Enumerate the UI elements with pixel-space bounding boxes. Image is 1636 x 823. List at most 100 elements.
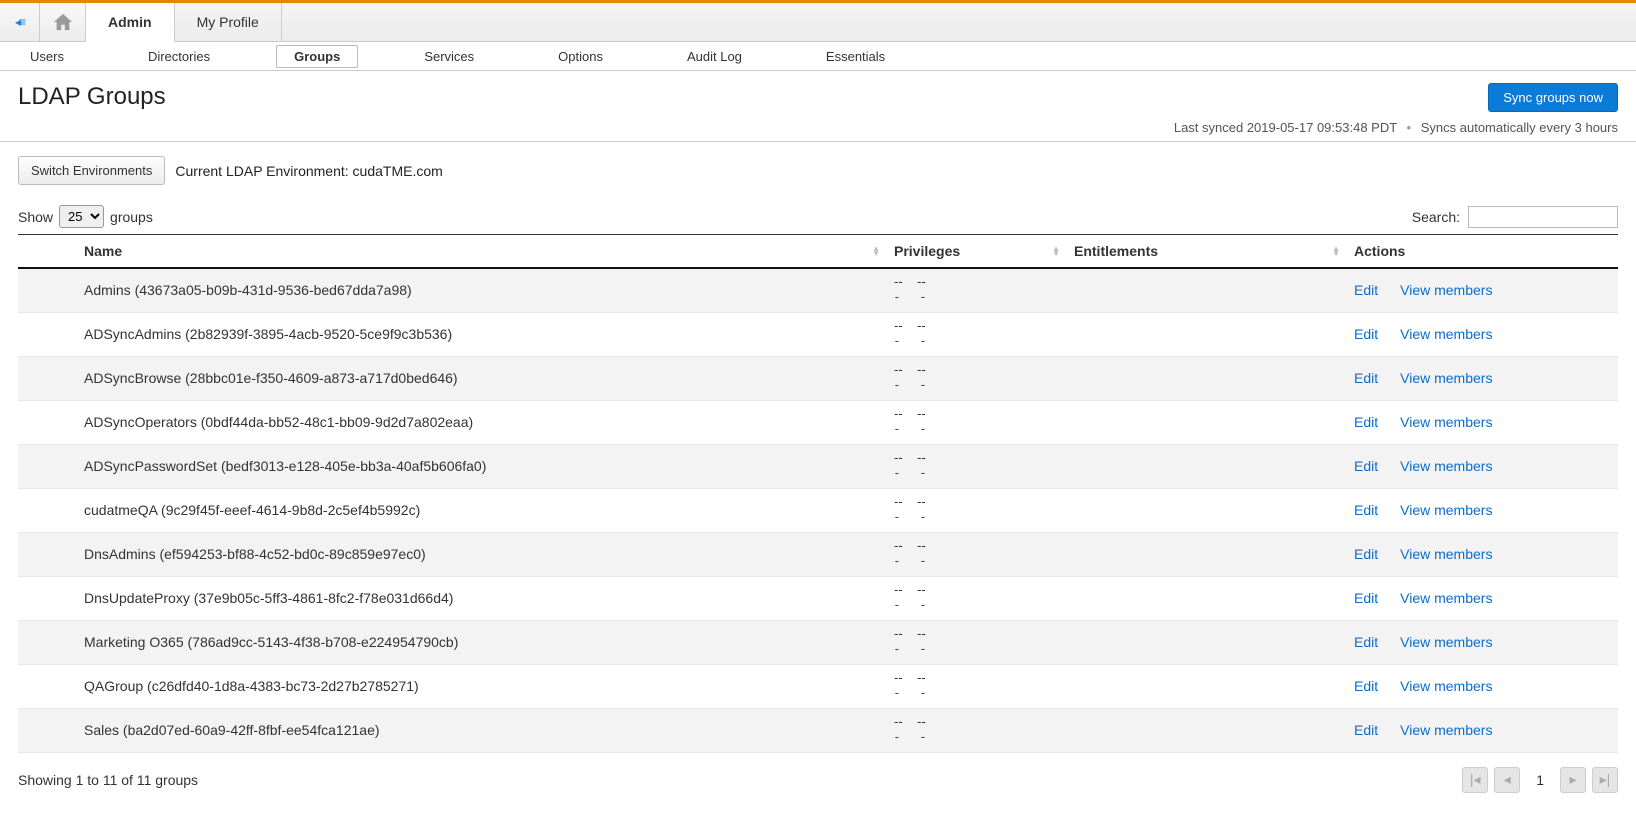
table-row: QAGroup (c26dfd40-1d8a-4383-bc73-2d27b27… (18, 664, 1618, 708)
actions-cell: Edit View members (1348, 532, 1618, 576)
col-expander (18, 235, 78, 269)
view-members-link[interactable]: View members (1400, 722, 1492, 738)
expander-cell[interactable] (18, 444, 78, 488)
switch-environments-button[interactable]: Switch Environments (18, 156, 165, 185)
expander-cell[interactable] (18, 620, 78, 664)
entitlements-cell (1068, 664, 1348, 708)
separator-dot: • (1407, 120, 1412, 135)
col-entitlements-label: Entitlements (1074, 243, 1158, 259)
expander-cell[interactable] (18, 576, 78, 620)
edit-link[interactable]: Edit (1354, 722, 1378, 738)
page-size-select[interactable]: 25 (59, 205, 104, 228)
auto-sync-text: Syncs automatically every 3 hours (1421, 120, 1618, 135)
expander-cell[interactable] (18, 488, 78, 532)
view-members-link[interactable]: View members (1400, 590, 1492, 606)
privileges-cell: -- --- - (888, 532, 1068, 576)
subtab-audit-log[interactable]: Audit Log (669, 45, 760, 68)
view-members-link[interactable]: View members (1400, 634, 1492, 650)
view-members-link[interactable]: View members (1400, 414, 1492, 430)
edit-link[interactable]: Edit (1354, 678, 1378, 694)
pager-next-button[interactable]: ▸ (1560, 767, 1586, 793)
next-icon: ▸ (1569, 771, 1576, 788)
subtab-directories[interactable]: Directories (130, 45, 228, 68)
show-label-pre: Show (18, 209, 53, 225)
top-bar: ◂≡ Admin My Profile (0, 3, 1636, 42)
name-cell: Admins (43673a05-b09b-431d-9536-bed67dda… (78, 268, 888, 312)
name-cell: ADSyncBrowse (28bbc01e-f350-4609-a873-a7… (78, 356, 888, 400)
page-header: LDAP Groups Sync groups now Last synced … (0, 71, 1636, 141)
subtab-users[interactable]: Users (12, 45, 82, 68)
table-row: ADSyncBrowse (28bbc01e-f350-4609-a873-a7… (18, 356, 1618, 400)
view-members-link[interactable]: View members (1400, 458, 1492, 474)
view-members-link[interactable]: View members (1400, 678, 1492, 694)
actions-cell: Edit View members (1348, 664, 1618, 708)
pager-prev-button[interactable]: ◂ (1494, 767, 1520, 793)
collapse-icon: ◂≡ (15, 15, 24, 29)
sort-icon: ▲▼ (1332, 246, 1340, 256)
edit-link[interactable]: Edit (1354, 414, 1378, 430)
name-cell: ADSyncAdmins (2b82939f-3895-4acb-9520-5c… (78, 312, 888, 356)
subtab-services[interactable]: Services (406, 45, 492, 68)
collapse-sidebar-button[interactable]: ◂≡ (0, 3, 40, 41)
expander-cell[interactable] (18, 400, 78, 444)
table-row: DnsUpdateProxy (37e9b05c-5ff3-4861-8fc2-… (18, 576, 1618, 620)
privileges-cell: -- --- - (888, 400, 1068, 444)
tab-admin[interactable]: Admin (86, 3, 175, 42)
pager-last-button[interactable]: ▸| (1592, 767, 1618, 793)
edit-link[interactable]: Edit (1354, 282, 1378, 298)
expander-cell[interactable] (18, 268, 78, 312)
privileges-cell: -- --- - (888, 576, 1068, 620)
actions-cell: Edit View members (1348, 488, 1618, 532)
name-cell: DnsAdmins (ef594253-bf88-4c52-bd0c-89c85… (78, 532, 888, 576)
col-privileges[interactable]: Privileges ▲▼ (888, 235, 1068, 269)
pager-first-button[interactable]: |◂ (1462, 767, 1488, 793)
privileges-cell: -- --- - (888, 356, 1068, 400)
sync-meta: Last synced 2019-05-17 09:53:48 PDT • Sy… (1174, 120, 1618, 135)
actions-cell: Edit View members (1348, 400, 1618, 444)
actions-cell: Edit View members (1348, 708, 1618, 752)
sub-nav: Users Directories Groups Services Option… (0, 42, 1636, 71)
view-members-link[interactable]: View members (1400, 326, 1492, 342)
subtab-options[interactable]: Options (540, 45, 621, 68)
actions-cell: Edit View members (1348, 312, 1618, 356)
table-row: DnsAdmins (ef594253-bf88-4c52-bd0c-89c85… (18, 532, 1618, 576)
expander-cell[interactable] (18, 708, 78, 752)
edit-link[interactable]: Edit (1354, 326, 1378, 342)
tab-my-profile[interactable]: My Profile (175, 3, 282, 41)
subtab-essentials[interactable]: Essentials (808, 45, 903, 68)
table-footer: Showing 1 to 11 of 11 groups |◂ ◂ 1 ▸ ▸| (0, 753, 1636, 823)
view-members-link[interactable]: View members (1400, 546, 1492, 562)
subtab-groups[interactable]: Groups (276, 45, 358, 68)
privileges-cell: -- --- - (888, 312, 1068, 356)
expander-cell[interactable] (18, 356, 78, 400)
edit-link[interactable]: Edit (1354, 634, 1378, 650)
search-input[interactable] (1468, 206, 1618, 228)
current-environment-label: Current LDAP Environment: cudaTME.com (175, 163, 442, 179)
entitlements-cell (1068, 576, 1348, 620)
entitlements-cell (1068, 488, 1348, 532)
edit-link[interactable]: Edit (1354, 502, 1378, 518)
sync-groups-button[interactable]: Sync groups now (1488, 83, 1618, 112)
edit-link[interactable]: Edit (1354, 546, 1378, 562)
col-entitlements[interactable]: Entitlements ▲▼ (1068, 235, 1348, 269)
view-members-link[interactable]: View members (1400, 282, 1492, 298)
col-name[interactable]: Name ▲▼ (78, 235, 888, 269)
privileges-cell: -- --- - (888, 708, 1068, 752)
view-members-link[interactable]: View members (1400, 370, 1492, 386)
privileges-cell: -- --- - (888, 488, 1068, 532)
last-synced-text: Last synced 2019-05-17 09:53:48 PDT (1174, 120, 1397, 135)
edit-link[interactable]: Edit (1354, 458, 1378, 474)
view-members-link[interactable]: View members (1400, 502, 1492, 518)
col-name-label: Name (84, 243, 122, 259)
expander-cell[interactable] (18, 312, 78, 356)
entitlements-cell (1068, 532, 1348, 576)
expander-cell[interactable] (18, 532, 78, 576)
table-row: ADSyncOperators (0bdf44da-bb52-48c1-bb09… (18, 400, 1618, 444)
name-cell: Marketing O365 (786ad9cc-5143-4f38-b708-… (78, 620, 888, 664)
home-button[interactable] (40, 3, 86, 41)
entitlements-cell (1068, 312, 1348, 356)
expander-cell[interactable] (18, 664, 78, 708)
edit-link[interactable]: Edit (1354, 370, 1378, 386)
table-row: Sales (ba2d07ed-60a9-42ff-8fbf-ee54fca12… (18, 708, 1618, 752)
edit-link[interactable]: Edit (1354, 590, 1378, 606)
